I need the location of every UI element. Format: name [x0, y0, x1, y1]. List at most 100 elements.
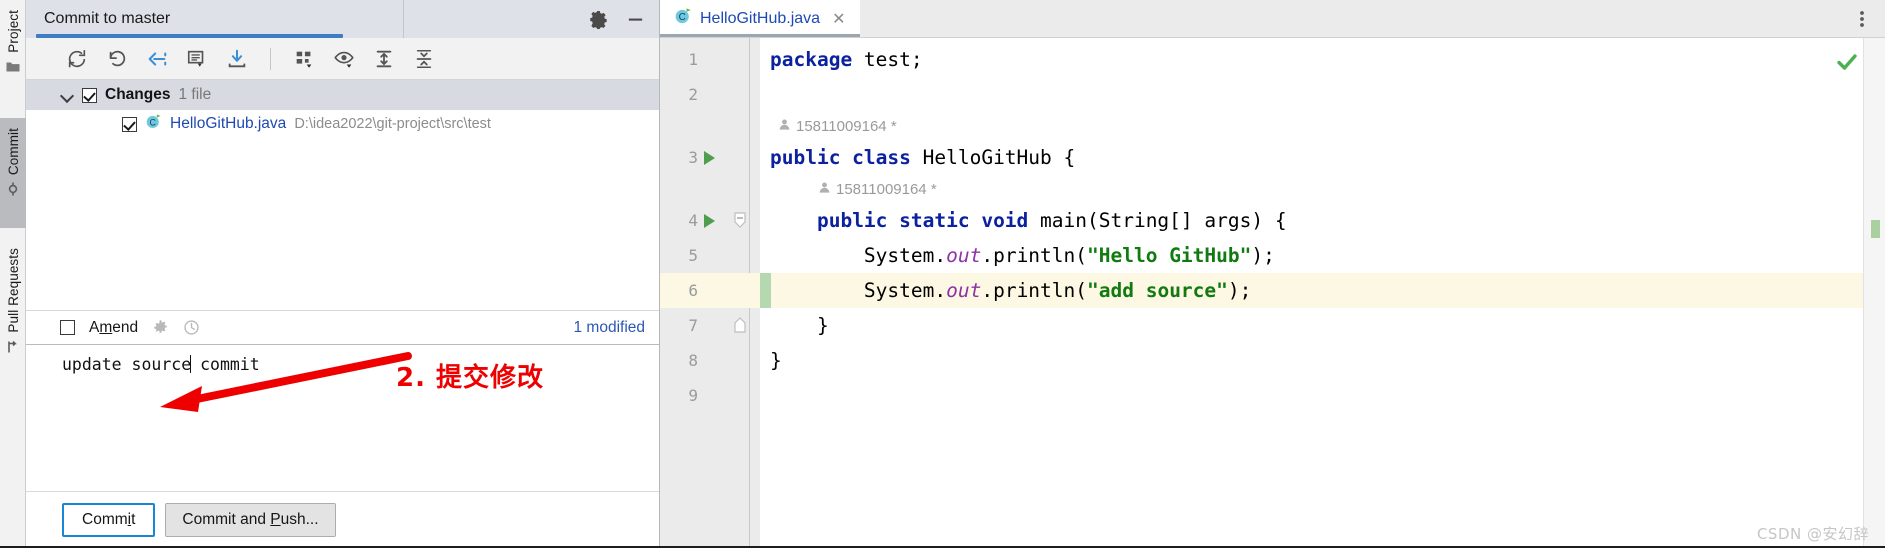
code-line[interactable]: [760, 77, 1885, 112]
commit-button-bar: Commit Commit and Push...: [26, 492, 659, 548]
rollback-icon[interactable]: [100, 44, 134, 74]
gear-icon[interactable]: [589, 10, 608, 29]
inlay-hint-text: 15811009164 *: [796, 118, 897, 135]
expand-all-icon[interactable]: [367, 44, 401, 74]
commit-panel-header: Commit to master: [26, 0, 659, 38]
commit-button-label-pre: Comm: [82, 511, 128, 528]
svg-text:C: C: [150, 117, 157, 127]
code-line[interactable]: }: [760, 343, 1885, 378]
changes-group-count: 1 file: [178, 86, 212, 103]
sidebar-item-commit[interactable]: Commit: [0, 118, 26, 228]
gutter-row: 9: [660, 378, 760, 413]
fold-close-icon[interactable]: [732, 317, 748, 333]
code-line[interactable]: package test;: [760, 42, 1885, 77]
sidebar-item-commit-label: Commit: [5, 128, 21, 176]
commit-and-push-label-post: ush...: [280, 511, 319, 528]
gear-icon[interactable]: [152, 319, 169, 336]
commit-toolbar: [26, 38, 659, 80]
line-number: 2: [688, 85, 698, 104]
gutter-row: 5: [660, 238, 760, 273]
gutter-row: 3: [660, 140, 760, 175]
sidebar-item-pull-requests[interactable]: Pull Requests: [0, 238, 26, 398]
commit-and-push-button[interactable]: Commit and Push...: [165, 503, 336, 537]
code-line[interactable]: }: [760, 308, 1885, 343]
amend-checkbox[interactable]: [60, 320, 75, 335]
tab-hellogithub-java[interactable]: C HelloGitHub.java ✕: [660, 0, 860, 37]
code-line-text: public static void main(String[] args) {: [816, 209, 1287, 232]
idea-window: Project Commit Pull Requests Commit to m…: [0, 0, 1885, 548]
gutter-row: 4: [660, 203, 760, 238]
close-icon[interactable]: ✕: [832, 9, 845, 29]
gutter-row: 1: [660, 42, 760, 77]
code-area[interactable]: package test; 15811009164 * public class H…: [760, 38, 1885, 548]
tab-commit-to-master[interactable]: Commit to master: [26, 0, 404, 38]
vertical-ellipsis-icon[interactable]: [1853, 9, 1871, 29]
editor-tab-label: HelloGitHub.java: [700, 9, 821, 27]
modified-status: 1 modified: [573, 318, 645, 336]
clock-history-icon[interactable]: [183, 319, 200, 336]
run-gutter-icon[interactable]: [704, 214, 715, 228]
changes-group-header[interactable]: Changes 1 file: [26, 80, 659, 110]
code-line-text: System.out.println("Hello GitHub");: [770, 244, 1275, 267]
java-class-icon: C: [145, 113, 162, 135]
eye-preview-icon[interactable]: [327, 44, 361, 74]
code-line-text: }: [770, 314, 829, 337]
editor-tab-bar: C HelloGitHub.java ✕: [660, 0, 1885, 38]
watermark: CSDN @安幻辞: [1756, 525, 1869, 543]
editor-scrollbar[interactable]: [1863, 38, 1885, 548]
amend-row: Amend 1 modified: [26, 310, 659, 344]
person-icon: [818, 181, 831, 198]
green-check-icon[interactable]: [1835, 50, 1859, 79]
commit-button[interactable]: Commit: [62, 503, 156, 537]
file-checkbox[interactable]: [122, 116, 137, 132]
editor-body[interactable]: 1 2 3 4 5 6 7 8 9 package test; 15811009164 * publ…: [660, 38, 1885, 548]
code-line[interactable]: public class HelloGitHub {: [760, 140, 1885, 175]
commit-panel-header-buttons: [589, 0, 659, 38]
editor-tab-actions: [1853, 0, 1885, 37]
diff-arrow-icon[interactable]: [140, 44, 174, 74]
file-name-label[interactable]: HelloGitHub.java: [170, 115, 286, 133]
line-number: 4: [688, 211, 698, 230]
editor-panel: C HelloGitHub.java ✕ 1 2 3 4 5 6 7 8 9 p…: [660, 0, 1885, 548]
group-by-icon[interactable]: [287, 44, 321, 74]
refresh-icon[interactable]: [60, 44, 94, 74]
code-line[interactable]: public static void main(String[] args) {: [760, 203, 1885, 238]
code-line-text: public class HelloGitHub {: [770, 146, 1076, 169]
folder-icon: [6, 60, 20, 78]
header-spacer: [404, 0, 589, 38]
commit-button-label-post: t: [131, 511, 136, 528]
file-path-label: D:\idea2022\git-project\src\test: [294, 116, 491, 132]
sidebar-item-pull-requests-label: Pull Requests: [5, 248, 21, 333]
line-number: 8: [688, 351, 698, 370]
commit-message-after-caret: commit: [190, 355, 260, 374]
fold-open-icon[interactable]: [732, 212, 748, 228]
left-tool-strip: Project Commit Pull Requests: [0, 0, 26, 548]
amend-label-post: end: [112, 318, 139, 336]
list-item[interactable]: C HelloGitHub.java D:\idea2022\git-proje…: [26, 110, 659, 138]
run-gutter-icon[interactable]: [704, 151, 715, 165]
gutter-row: 2: [660, 77, 760, 112]
editor-gutter[interactable]: 1 2 3 4 5 6 7 8 9: [660, 38, 760, 548]
commit-icon: [6, 182, 20, 201]
line-number: 5: [688, 246, 698, 265]
toolbar-separator: [270, 47, 271, 70]
inlay-hint-author: 15811009164 *: [818, 181, 937, 198]
sidebar-item-project[interactable]: Project: [0, 0, 26, 112]
code-line[interactable]: System.out.println("add source");: [760, 273, 1885, 308]
collapse-all-icon[interactable]: [407, 44, 441, 74]
minimize-icon[interactable]: [626, 10, 645, 29]
inlay-hint-text: 15811009164 *: [836, 181, 937, 198]
modified-line-marker: [1871, 220, 1880, 238]
code-line-text: }: [770, 349, 782, 372]
changes-group-checkbox[interactable]: [82, 87, 97, 103]
message-history-icon[interactable]: [180, 44, 214, 74]
commit-message-input[interactable]: update source commit: [26, 344, 659, 492]
person-icon: [778, 118, 791, 135]
tab-commit-to-master-label: Commit to master: [44, 10, 171, 27]
gutter-row: 6: [660, 273, 760, 308]
code-line[interactable]: System.out.println("Hello GitHub");: [760, 238, 1885, 273]
update-download-icon[interactable]: [220, 44, 254, 74]
code-line[interactable]: [760, 378, 1885, 413]
chevron-down-icon[interactable]: [60, 88, 74, 102]
sidebar-item-project-label: Project: [5, 10, 21, 53]
